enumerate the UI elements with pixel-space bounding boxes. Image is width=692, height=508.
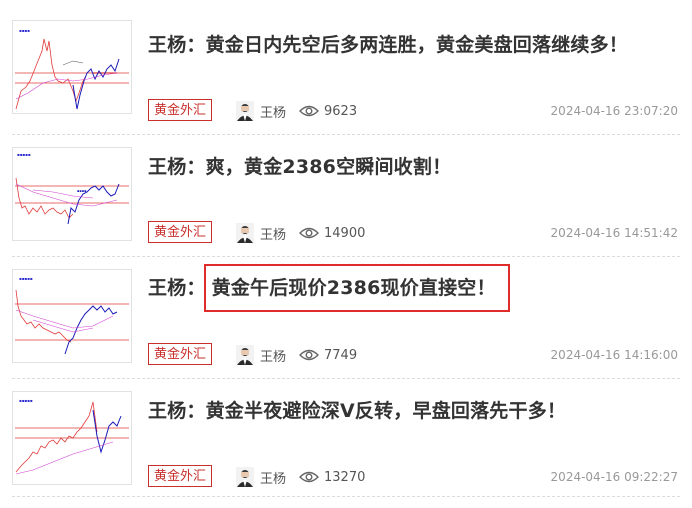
svg-text:▪▪▪▪▪: ▪▪▪▪▪ xyxy=(19,398,33,403)
publish-time: 2024-04-16 14:16:00 xyxy=(550,348,678,362)
svg-text:▪▪▪▪▪: ▪▪▪▪▪ xyxy=(17,152,31,157)
author-name: 王杨 xyxy=(260,227,287,243)
article-title[interactable]: 王杨： 黄金午后现价2386现价直接空！ xyxy=(148,264,510,312)
divider xyxy=(12,134,680,135)
article-item[interactable]: ▪▪▪▪▪ 王杨：黄金半夜避险深V反转，早盘回落先干多！ 黄金外汇 王杨 132… xyxy=(0,378,692,508)
divider xyxy=(12,496,680,497)
view-count: 13270 xyxy=(299,466,365,488)
svg-text:▪▪▪▪: ▪▪▪▪ xyxy=(77,189,87,193)
divider xyxy=(12,256,680,257)
author-name: 王杨 xyxy=(260,471,287,487)
avatar xyxy=(236,101,254,121)
avatar xyxy=(236,467,254,487)
article-thumbnail[interactable]: ▪▪▪▪▪ ▪▪▪▪ xyxy=(12,147,132,241)
eye-icon xyxy=(299,105,319,117)
publish-time: 2024-04-16 09:22:27 xyxy=(550,470,678,484)
views-number: 9623 xyxy=(324,103,358,119)
author[interactable]: 王杨 xyxy=(236,222,286,244)
view-count: 14900 xyxy=(299,222,365,244)
svg-text:▪▪▪▪▪: ▪▪▪▪▪ xyxy=(19,276,33,281)
article-title[interactable]: 王杨：黄金半夜避险深V反转，早盘回落先干多！ xyxy=(148,396,566,426)
publish-time: 2024-04-16 23:07:20 xyxy=(550,104,678,118)
author-name: 王杨 xyxy=(260,349,287,365)
chart-thumbnail-image: ▪▪▪▪▪ xyxy=(15,398,129,475)
view-count: 9623 xyxy=(299,100,357,122)
article-thumbnail[interactable]: ▪▪▪▪▪ xyxy=(12,269,132,363)
category-tag[interactable]: 黄金外汇 xyxy=(148,343,212,365)
author[interactable]: 王杨 xyxy=(236,466,286,488)
avatar xyxy=(236,223,254,243)
article-item[interactable]: ▪▪▪▪ 王杨：黄金日内先空后多两连胜，黄金美盘回落继续多！ 黄金外汇 王杨 9… xyxy=(0,20,692,142)
chart-thumbnail-image: ▪▪▪▪ xyxy=(15,28,129,110)
view-count: 7749 xyxy=(299,344,357,366)
highlighted-title[interactable]: 黄金午后现价2386现价直接空！ xyxy=(203,264,510,312)
eye-icon xyxy=(299,471,319,483)
chart-thumbnail-image: ▪▪▪▪▪ ▪▪▪▪ xyxy=(15,152,129,225)
article-title[interactable]: 王杨：黄金日内先空后多两连胜，黄金美盘回落继续多！ xyxy=(148,30,628,60)
article-thumbnail[interactable]: ▪▪▪▪ xyxy=(12,20,132,114)
views-number: 14900 xyxy=(324,225,366,241)
views-number: 13270 xyxy=(324,469,366,485)
author[interactable]: 王杨 xyxy=(236,100,286,122)
category-tag[interactable]: 黄金外汇 xyxy=(148,99,212,121)
chart-thumbnail-image: ▪▪▪▪▪ xyxy=(15,276,129,355)
eye-icon xyxy=(299,227,319,239)
article-item[interactable]: ▪▪▪▪▪ ▪▪▪▪ 王杨：爽，黄金2386空瞬间收割！ 黄金外汇 王杨 149… xyxy=(0,134,692,264)
author-name: 王杨 xyxy=(260,105,287,121)
category-tag[interactable]: 黄金外汇 xyxy=(148,465,212,487)
article-title[interactable]: 王杨：爽，黄金2386空瞬间收割！ xyxy=(148,152,451,182)
article-title-prefix: 王杨： xyxy=(148,277,206,299)
divider xyxy=(12,378,680,379)
avatar xyxy=(236,345,254,365)
article-item[interactable]: ▪▪▪▪▪ 王杨： 黄金午后现价2386现价直接空！ 黄金外汇 王杨 7749 2… xyxy=(0,256,692,386)
eye-icon xyxy=(299,349,319,361)
publish-time: 2024-04-16 14:51:42 xyxy=(550,226,678,240)
views-number: 7749 xyxy=(324,347,358,363)
svg-text:▪▪▪▪: ▪▪▪▪ xyxy=(19,28,30,33)
article-thumbnail[interactable]: ▪▪▪▪▪ xyxy=(12,391,132,485)
author[interactable]: 王杨 xyxy=(236,344,286,366)
category-tag[interactable]: 黄金外汇 xyxy=(148,221,212,243)
